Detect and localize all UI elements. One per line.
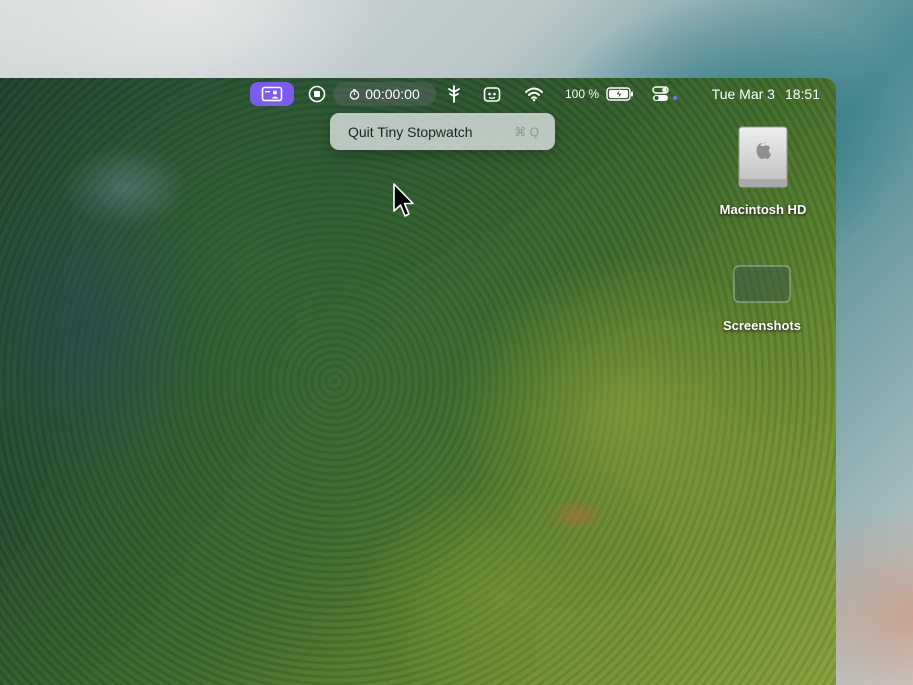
battery-percentage: 100 % bbox=[564, 87, 600, 101]
control-center[interactable] bbox=[650, 82, 680, 106]
bot-menu-extra[interactable] bbox=[481, 82, 503, 106]
desktop-icon-label: Macintosh HD bbox=[719, 202, 807, 217]
menu-bar-time: 18:51 bbox=[784, 86, 820, 102]
desktop: 00:00:00 100 % Tue Mar 3 18:51 Quit Tiny… bbox=[0, 78, 836, 685]
quit-menu-item[interactable]: Quit Tiny Stopwatch ⌘ Q bbox=[330, 113, 555, 150]
tiny-stopwatch-menu-extra[interactable] bbox=[250, 82, 294, 106]
menu-item-shortcut: ⌘ Q bbox=[514, 124, 539, 139]
wifi-icon bbox=[525, 87, 543, 102]
tree-icon bbox=[448, 85, 460, 103]
menu-bar: 00:00:00 100 % Tue Mar 3 18:51 bbox=[0, 78, 836, 110]
tree-menu-extra[interactable] bbox=[443, 82, 465, 106]
desktop-icon-label: Screenshots bbox=[722, 318, 802, 333]
desktop-icon-screenshots[interactable]: Screenshots bbox=[707, 265, 817, 333]
stop-circle-icon bbox=[308, 85, 326, 103]
folder-icon bbox=[733, 265, 791, 303]
menu-item-label: Quit Tiny Stopwatch bbox=[348, 123, 473, 140]
stopwatch-icon bbox=[349, 88, 360, 100]
battery-status[interactable] bbox=[604, 82, 636, 106]
robot-face-icon bbox=[483, 87, 501, 102]
screen-person-icon bbox=[261, 86, 283, 102]
desktop-icon-macintosh-hd[interactable]: Macintosh HD bbox=[708, 125, 818, 217]
battery-charging-icon bbox=[606, 87, 633, 101]
menu-bar-clock[interactable]: Tue Mar 3 18:51 bbox=[698, 82, 820, 106]
stopwatch-timer[interactable]: 00:00:00 bbox=[333, 82, 436, 106]
wifi-status[interactable] bbox=[523, 82, 545, 106]
timer-value: 00:00:00 bbox=[365, 86, 420, 102]
stop-record-button[interactable] bbox=[306, 82, 328, 106]
toggle-switches-icon bbox=[652, 86, 677, 101]
hard-drive-icon bbox=[738, 126, 788, 188]
menu-bar-date: Tue Mar 3 bbox=[711, 86, 775, 102]
mouse-pointer-icon bbox=[393, 183, 414, 217]
